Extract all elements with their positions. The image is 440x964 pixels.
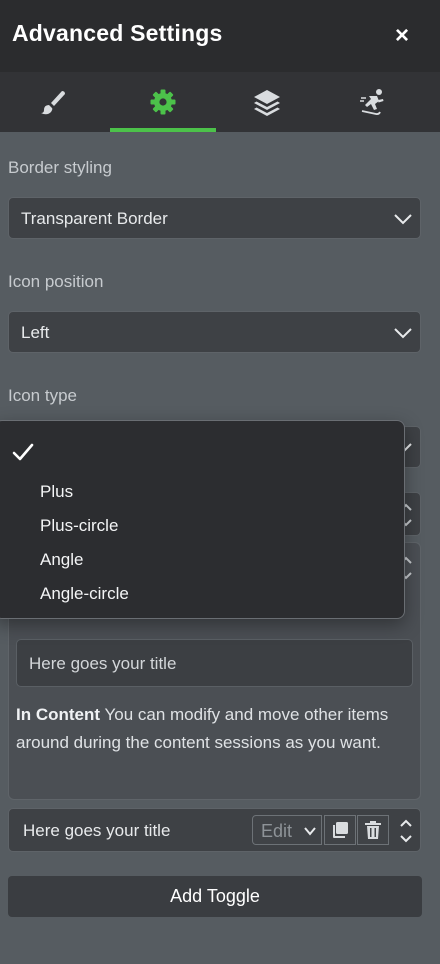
toggle-content-text[interactable]: In Content You can modify and move other… xyxy=(16,701,408,756)
chevron-down-icon xyxy=(304,827,316,836)
skater-icon xyxy=(360,89,384,115)
chevron-down-icon xyxy=(394,328,412,339)
reorder-icon[interactable] xyxy=(398,818,414,844)
brush-icon xyxy=(41,91,65,115)
border-styling-value: Transparent Border xyxy=(21,209,168,228)
panel-header: Advanced Settings × xyxy=(0,0,440,72)
tab-motion[interactable] xyxy=(320,72,426,132)
panel-title: Advanced Settings xyxy=(12,20,223,46)
dropdown-option-angle[interactable]: Angle xyxy=(40,550,83,570)
duplicate-button[interactable] xyxy=(324,815,356,845)
close-button[interactable]: × xyxy=(390,24,414,48)
delete-button[interactable] xyxy=(357,815,389,845)
icon-position-value: Left xyxy=(21,323,50,342)
dropdown-option-plus[interactable]: Plus xyxy=(40,482,73,502)
dropdown-option-angle-circle[interactable]: Angle-circle xyxy=(40,584,129,604)
icon-position-select[interactable]: Left xyxy=(8,311,421,353)
tab-layers[interactable] xyxy=(214,72,320,132)
tab-bar xyxy=(0,72,440,132)
checkmark-icon xyxy=(12,443,34,461)
copy-icon xyxy=(333,822,348,838)
dropdown-option-plus-circle[interactable]: Plus-circle xyxy=(40,516,118,536)
gear-icon xyxy=(150,89,176,115)
edit-label: Edit xyxy=(261,821,293,841)
dropdown-option-selected[interactable] xyxy=(0,432,400,472)
chevron-down-icon xyxy=(394,214,412,225)
border-styling-label: Border styling xyxy=(8,158,112,177)
layers-icon xyxy=(254,90,280,116)
border-styling-select[interactable]: Transparent Border xyxy=(8,197,421,239)
tab-style[interactable] xyxy=(0,72,106,132)
tab-settings[interactable] xyxy=(110,72,216,132)
edit-button[interactable]: Edit xyxy=(252,815,322,845)
active-tab-indicator xyxy=(110,128,216,132)
toggle-title-input[interactable]: Here goes your title xyxy=(16,639,413,687)
toggle-title-value: Here goes your title xyxy=(29,654,177,673)
toggle-item-title: Here goes your title xyxy=(23,821,171,840)
trash-icon xyxy=(365,821,381,839)
add-toggle-label: Add Toggle xyxy=(170,886,260,906)
icon-position-label: Icon position xyxy=(8,272,104,291)
content-bold-label: In Content xyxy=(16,705,101,724)
icon-type-label: Icon type xyxy=(8,386,77,405)
add-toggle-button[interactable]: Add Toggle xyxy=(8,876,422,917)
